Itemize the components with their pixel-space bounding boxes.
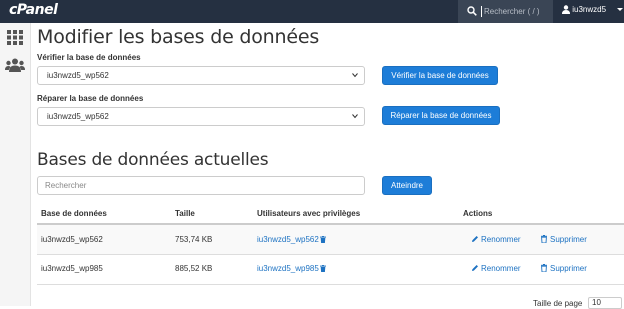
top-bar: cPanel iu3nwzd5 — [0, 0, 624, 23]
delete-link[interactable]: Supprimer — [540, 235, 587, 244]
delete-label: Supprimer — [550, 264, 587, 273]
database-name: iu3nwzd5_wp562 — [41, 235, 103, 244]
delete-link[interactable]: Supprimer — [540, 264, 587, 273]
table-row: iu3nwzd5_wp985 885,52 KB iu3nwzd5_wp985 … — [37, 255, 624, 285]
trash-icon — [541, 264, 547, 272]
current-databases-title: Bases de données actuelles — [37, 150, 269, 170]
trash-icon — [541, 235, 547, 243]
rename-link[interactable]: Renommer — [471, 264, 521, 273]
pencil-icon — [472, 265, 478, 271]
check-db-button[interactable]: Vérifier la base de données — [382, 66, 498, 85]
pencil-icon — [472, 236, 478, 242]
global-search-input[interactable] — [481, 6, 554, 17]
page-title: Modifier les bases de données — [37, 26, 320, 48]
table-row: iu3nwzd5_wp562 753,74 KB iu3nwzd5_wp562 … — [37, 225, 624, 255]
check-db-select[interactable]: iu3nwzd5_wp562 — [37, 66, 365, 85]
search-icon — [467, 6, 477, 16]
grid-icon[interactable] — [7, 30, 23, 45]
user-icon — [562, 5, 570, 15]
sidebar — [0, 23, 31, 306]
rename-label: Renommer — [481, 264, 521, 273]
chevron-down-icon — [352, 114, 358, 119]
database-size: 885,52 KB — [175, 264, 213, 273]
repair-db-label: Réparer la base de données — [37, 94, 144, 103]
cpanel-logo[interactable]: cPanel — [9, 2, 58, 18]
repair-db-select[interactable]: iu3nwzd5_wp562 — [37, 107, 365, 126]
chevron-down-icon — [617, 8, 624, 12]
trash-icon[interactable] — [319, 265, 326, 272]
user-menu[interactable]: iu3nwzd5 — [562, 5, 624, 15]
database-name: iu3nwzd5_wp985 — [41, 264, 103, 273]
users-icon[interactable] — [5, 58, 25, 72]
privileged-user-link[interactable]: iu3nwzd5_wp562 — [257, 235, 326, 244]
delete-label: Supprimer — [550, 235, 587, 244]
page-size-label: Taille de page — [533, 299, 583, 308]
trash-icon[interactable] — [319, 236, 326, 243]
privileged-user-name: iu3nwzd5_wp562 — [257, 235, 319, 244]
check-db-label: Vérifier la base de données — [37, 53, 141, 62]
database-search-input[interactable] — [37, 176, 365, 195]
check-db-select-value: iu3nwzd5_wp562 — [47, 71, 109, 80]
chevron-down-icon — [352, 73, 358, 78]
privileged-user-name: iu3nwzd5_wp985 — [257, 264, 319, 273]
go-button[interactable]: Atteindre — [382, 176, 432, 195]
global-search — [458, 0, 554, 23]
database-size: 753,74 KB — [175, 235, 213, 244]
column-header-database[interactable]: Base de données — [41, 209, 107, 218]
username: iu3nwzd5 — [572, 5, 607, 14]
rename-link[interactable]: Renommer — [471, 235, 521, 244]
repair-db-select-value: iu3nwzd5_wp562 — [47, 112, 109, 121]
repair-db-button[interactable]: Réparer la base de données — [382, 106, 500, 125]
page-size-select[interactable]: 10 — [588, 297, 622, 309]
privileged-user-link[interactable]: iu3nwzd5_wp985 — [257, 264, 326, 273]
column-header-users: Utilisateurs avec privilèges — [257, 209, 361, 218]
column-header-actions: Actions — [463, 209, 493, 218]
rename-label: Renommer — [481, 235, 521, 244]
column-header-size[interactable]: Taille — [175, 209, 195, 218]
